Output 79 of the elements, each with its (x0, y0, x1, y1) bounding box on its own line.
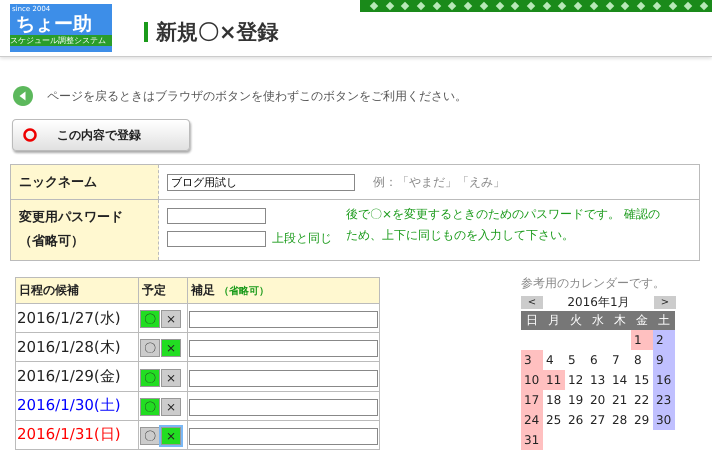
choice-button[interactable]: 〇 (140, 368, 160, 387)
weekday-header: 金 (631, 311, 653, 330)
choice-button[interactable]: × (161, 426, 181, 445)
calendar-day[interactable]: 25 (543, 410, 565, 430)
note-field[interactable] (189, 398, 378, 416)
calendar-day[interactable]: 2 (653, 330, 675, 350)
password-help: 後で〇×を変更するときのためのパスワードです。 確認のため、上下に同じものを入力して下さい。 (346, 206, 661, 244)
password-field[interactable] (167, 208, 266, 224)
calendar-day[interactable]: 26 (565, 410, 587, 430)
page-title: 新規〇×登録 (156, 19, 279, 46)
calendar-day[interactable]: 18 (543, 390, 565, 410)
calendar-day[interactable]: 21 (609, 390, 631, 410)
date-cell: 2016/1/31(日) (16, 420, 138, 450)
field-label: 変更用パスワード (19, 208, 123, 227)
circle-icon (23, 128, 37, 142)
next-month-button[interactable]: > (654, 296, 676, 308)
choice-button[interactable]: 〇 (140, 310, 160, 328)
weekday-header: 土 (653, 311, 675, 330)
column-header: 補足 （省略可） (188, 278, 380, 304)
calendar-day[interactable]: 5 (565, 350, 587, 370)
calendar-day[interactable]: 20 (587, 390, 609, 410)
weekday-header: 木 (609, 311, 631, 330)
calendar-month: 2016年1月 (567, 294, 630, 310)
choice-button[interactable]: × (161, 368, 181, 387)
calendar-day[interactable]: 9 (653, 350, 675, 370)
weekday-header: 日 (521, 311, 543, 330)
calendar-day[interactable]: 7 (609, 350, 631, 370)
calendar-day[interactable]: 13 (587, 370, 609, 390)
note-field[interactable] (189, 340, 378, 358)
note-field[interactable] (189, 370, 378, 387)
weekday-header: 火 (565, 311, 587, 330)
calendar-day[interactable]: 11 (543, 370, 565, 390)
weekday-header: 水 (587, 311, 609, 330)
calendar-day[interactable]: 4 (543, 350, 565, 370)
choice-button[interactable]: × (161, 310, 181, 328)
calendar-day[interactable]: 31 (521, 430, 543, 450)
calendar-day[interactable]: 6 (587, 350, 609, 370)
weekday-header: 月 (543, 311, 565, 330)
choice-button[interactable]: 〇 (140, 426, 160, 445)
optional-note: （省略可） (19, 233, 84, 251)
example-text: 例：「やまだ」「えみ」 (373, 174, 505, 190)
confirm-note: 上段と同じ (272, 230, 332, 247)
password-confirm-field[interactable] (167, 230, 266, 246)
calendar-day[interactable]: 3 (521, 350, 543, 370)
calendar-day[interactable]: 8 (631, 350, 653, 370)
choice-button[interactable]: 〇 (140, 339, 160, 358)
calendar-day[interactable]: 24 (521, 410, 543, 430)
choice-button[interactable]: × (161, 398, 181, 416)
note-field[interactable] (189, 428, 378, 445)
calendar-day[interactable]: 15 (631, 370, 653, 390)
calendar-day[interactable]: 1 (631, 330, 653, 350)
calendar-day[interactable]: 22 (631, 390, 653, 410)
calendar-day[interactable]: 17 (521, 390, 543, 410)
choice-button[interactable]: 〇 (140, 398, 160, 416)
date-cell: 2016/1/28(木) (16, 332, 138, 362)
back-notice: ページを戻るときはブラウザのボタンを使わずこのボタンをご利用ください。 (47, 88, 467, 104)
prev-month-button[interactable]: < (521, 296, 543, 308)
calendar-day[interactable]: 10 (521, 370, 543, 390)
calendar-day[interactable]: 16 (653, 370, 675, 390)
date-cell: 2016/1/29(金) (16, 362, 138, 392)
calendar-day[interactable]: 12 (565, 370, 587, 390)
date-cell: 2016/1/27(水) (16, 304, 138, 333)
calendar-day[interactable]: 14 (609, 370, 631, 390)
register-button[interactable]: この内容で登録 (12, 119, 190, 151)
calendar-day[interactable]: 29 (631, 410, 653, 430)
note-field[interactable] (189, 311, 378, 328)
calendar-day[interactable]: 19 (565, 390, 587, 410)
choice-button[interactable]: × (161, 339, 181, 358)
calendar-day[interactable]: 23 (653, 390, 675, 410)
calendar-day[interactable]: 28 (609, 410, 631, 430)
calendar-day[interactable]: 30 (653, 410, 675, 430)
column-header: 予定 (138, 278, 188, 304)
field-label: ニックネーム (11, 165, 159, 199)
calendar-day[interactable]: 27 (587, 410, 609, 430)
nickname-field[interactable]: ブログ用試し (167, 174, 355, 190)
date-cell: 2016/1/30(土) (16, 391, 138, 420)
column-header: 日程の候補 (16, 278, 138, 304)
calendar-caption: 参考用のカレンダーです。 (521, 275, 666, 292)
back-icon[interactable] (13, 86, 33, 106)
